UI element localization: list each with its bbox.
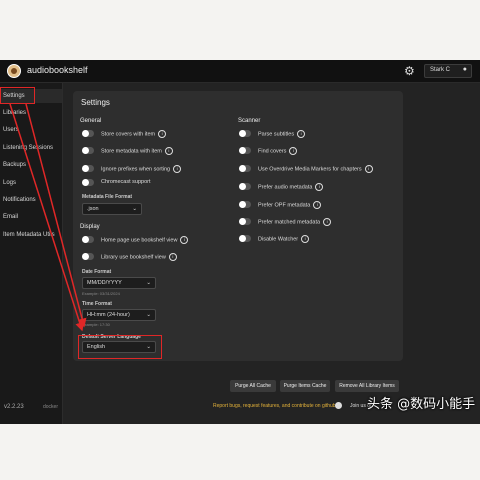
arrow-line (25, 103, 87, 328)
arrow-line (9, 103, 85, 332)
watermark-text: 头条 @数码小能手 (367, 397, 476, 412)
